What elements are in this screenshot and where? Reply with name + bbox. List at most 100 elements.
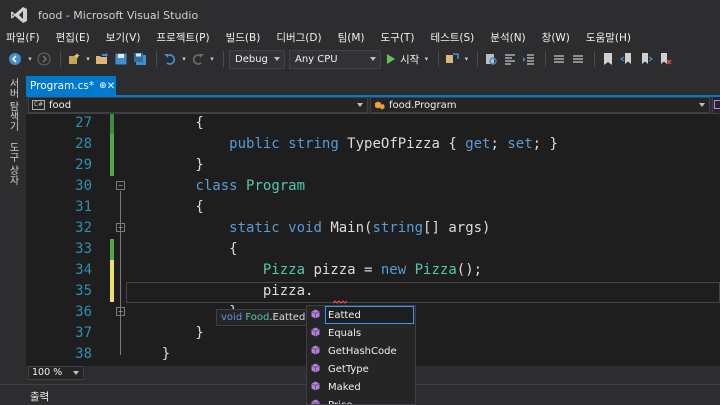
- code-line[interactable]: 34 Pizza pizza = new Pizza();: [26, 260, 720, 281]
- solution-platform-select[interactable]: Any CPU: [289, 49, 381, 69]
- navigate-back-icon[interactable]: [6, 50, 24, 68]
- chevron-down-icon: [274, 56, 280, 61]
- dropdown-arrow-icon[interactable]: ▾: [463, 50, 469, 68]
- line-number: 35: [75, 283, 92, 299]
- code-line[interactable]: 29 }: [26, 155, 720, 176]
- code-token: void: [288, 220, 322, 236]
- find-in-files-icon[interactable]: [483, 50, 499, 68]
- menu-window[interactable]: 창(W): [542, 30, 570, 45]
- code-text: class Program: [128, 176, 305, 197]
- save-icon[interactable]: [113, 50, 129, 68]
- method-icon: [311, 363, 320, 376]
- next-bookmark-icon[interactable]: [638, 50, 654, 68]
- code-line[interactable]: 30 − class Program: [26, 176, 720, 197]
- solution-configuration-select[interactable]: Debug: [229, 49, 285, 69]
- member-dropdown-edge[interactable]: [712, 97, 720, 113]
- align-left-icon[interactable]: [502, 50, 518, 68]
- menu-analyze[interactable]: 분석(N): [490, 30, 525, 45]
- menu-team[interactable]: 팀(M): [338, 30, 365, 45]
- toolbar-separator: [438, 51, 440, 67]
- toolbar-separator: [156, 51, 157, 67]
- completion-label: Price: [328, 399, 353, 405]
- navigate-forward-icon[interactable]: [36, 50, 52, 68]
- completion-item[interactable]: GetHashCode: [307, 342, 415, 360]
- completion-item[interactable]: Eatted: [307, 306, 415, 324]
- indent-icon[interactable]: [521, 50, 537, 68]
- menu-file[interactable]: 파일(F): [6, 30, 40, 45]
- output-tab[interactable]: 출력: [30, 389, 49, 404]
- dropdown-arrow-icon[interactable]: ▾: [181, 50, 187, 68]
- undo-icon[interactable]: [162, 50, 178, 68]
- line-number: 37: [75, 325, 92, 341]
- member-icon: [714, 100, 720, 109]
- collapse-icon[interactable]: −: [116, 223, 125, 232]
- pin-icon[interactable]: ⊕: [99, 81, 107, 91]
- collapse-icon[interactable]: −: [116, 181, 125, 190]
- intellisense-list[interactable]: Eatted Equals GetHashCode GetType Maked Price: [306, 305, 416, 405]
- save-all-icon[interactable]: [132, 50, 148, 68]
- line-number: 27: [75, 115, 92, 131]
- completion-item[interactable]: Price: [307, 396, 415, 405]
- dropdown-arrow-icon[interactable]: ▾: [85, 50, 91, 68]
- code-token: pizza =: [305, 262, 381, 278]
- menu-test[interactable]: 테스트(S): [430, 30, 474, 45]
- code-token: pizza.: [128, 283, 314, 299]
- toolbox-tab[interactable]: 도구 상자: [5, 142, 20, 185]
- chevron-down-icon: [370, 56, 376, 61]
- browser-link-icon[interactable]: [444, 50, 460, 68]
- bookmark-icon[interactable]: [600, 50, 616, 68]
- code-token: {: [128, 241, 238, 257]
- completion-item[interactable]: Equals: [307, 324, 415, 342]
- clear-bookmarks-icon[interactable]: [657, 50, 673, 68]
- code-token: ; }: [532, 136, 558, 152]
- code-token: }: [128, 325, 204, 341]
- zoom-level-dropdown[interactable]: 100 %: [28, 366, 84, 380]
- quickinfo-tooltip: void Food.Eatted(): [216, 309, 319, 326]
- menu-build[interactable]: 빌드(B): [226, 30, 261, 45]
- menu-debug[interactable]: 디버그(D): [276, 30, 321, 45]
- dropdown-arrow-icon[interactable]: ▾: [422, 50, 430, 68]
- previous-bookmark-icon[interactable]: [619, 50, 635, 68]
- code-line[interactable]: 35 pizza.: [26, 281, 720, 302]
- menu-project[interactable]: 프로젝트(P): [156, 30, 209, 45]
- code-token: TypeOfPizza {: [338, 136, 466, 152]
- uncomment-lines-icon[interactable]: [570, 50, 586, 68]
- tooltip-class: Food: [245, 312, 270, 323]
- collapse-icon[interactable]: −: [116, 307, 125, 316]
- menu-view[interactable]: 보기(V): [106, 30, 141, 45]
- redo-icon[interactable]: [190, 50, 206, 68]
- code-line[interactable]: 33 {: [26, 239, 720, 260]
- code-line[interactable]: 27 {: [26, 114, 720, 134]
- code-token: Main(: [321, 220, 373, 236]
- menu-tools[interactable]: 도구(T): [381, 30, 415, 45]
- code-line[interactable]: 32 − static void Main(string[] args): [26, 218, 720, 239]
- code-token: ;: [490, 136, 508, 152]
- start-debugging-button[interactable]: 시작: [387, 52, 419, 67]
- project-dropdown[interactable]: C# food: [28, 97, 368, 113]
- code-line[interactable]: 31 {: [26, 197, 720, 218]
- code-line[interactable]: 28 public string TypeOfPizza { get; set;…: [26, 134, 720, 155]
- open-file-icon[interactable]: [94, 50, 110, 68]
- menu-edit[interactable]: 편집(E): [56, 30, 90, 45]
- menu-help[interactable]: 도움말(H): [586, 30, 631, 45]
- dropdown-arrow-icon[interactable]: ▾: [209, 50, 215, 68]
- code-token: new: [380, 262, 407, 278]
- code-token: [] args): [423, 220, 491, 236]
- type-scope-dropdown[interactable]: food.Program: [370, 97, 710, 113]
- close-icon[interactable]: ✕: [107, 81, 115, 92]
- completion-item[interactable]: GetType: [307, 360, 415, 378]
- tab-program-cs[interactable]: Program.cs* ⊕ ✕: [26, 76, 116, 96]
- comment-lines-icon[interactable]: [551, 50, 567, 68]
- toolbar-separator: [545, 51, 547, 67]
- completion-label: GetHashCode: [328, 345, 397, 357]
- solution-configuration-value: Debug: [235, 53, 268, 65]
- dropdown-arrow-icon[interactable]: ▾: [27, 50, 33, 68]
- completion-item[interactable]: Maked: [307, 378, 415, 396]
- new-project-icon[interactable]: [66, 50, 82, 68]
- tab-label: Program.cs*: [30, 80, 95, 92]
- server-explorer-tab[interactable]: 서버 탐색기: [5, 78, 20, 131]
